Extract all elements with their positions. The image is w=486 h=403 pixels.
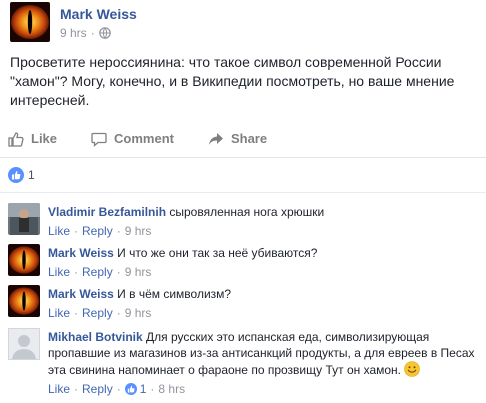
comments-divider (0, 192, 486, 193)
comment-icon (91, 132, 107, 147)
comment-button[interactable]: Comment (91, 131, 174, 147)
comment-text: И в чём символизм? (117, 287, 232, 301)
post-timestamp[interactable]: 9 hrs (60, 25, 87, 41)
meta-separator: · (150, 382, 155, 396)
commenter-avatar[interactable] (8, 328, 40, 360)
meta-separator: · (90, 26, 95, 40)
comment-meta: Like · Reply · 1 · 8 hrs (48, 381, 478, 397)
comment-label: Comment (114, 131, 174, 146)
meta-separator: · (74, 306, 79, 320)
meta-separator: · (74, 224, 79, 238)
smile-emoji-icon (404, 361, 420, 377)
like-reaction-icon[interactable] (124, 383, 137, 395)
share-arrow-icon (208, 132, 223, 145)
like-button[interactable]: Like (8, 131, 57, 147)
comment-like-link[interactable]: Like (48, 223, 70, 239)
comment-item: Vladimir Bezfamilnih сыровяленная нога х… (8, 203, 324, 239)
comment-body: Vladimir Bezfamilnih сыровяленная нога х… (48, 203, 324, 239)
reactions-summary[interactable]: 1 (8, 166, 35, 184)
comment-reply-link[interactable]: Reply (82, 381, 113, 397)
commenter-avatar[interactable] (8, 203, 40, 235)
post-author-name[interactable]: Mark Weiss (60, 6, 137, 22)
author-block: Mark Weiss 9 hrs · (60, 2, 137, 41)
comment-item: Mark Weiss И в чём символизм? Like · Rep… (8, 285, 231, 321)
comment-meta: Like · Reply · 9 hrs (48, 223, 324, 239)
comment-timestamp[interactable]: 9 hrs (125, 223, 152, 239)
comment-meta: Like · Reply · 9 hrs (48, 305, 231, 321)
meta-separator: · (116, 306, 121, 320)
comment-timestamp[interactable]: 9 hrs (125, 305, 152, 321)
comment-like-count[interactable]: 1 (140, 381, 147, 397)
comment-reply-link[interactable]: Reply (82, 264, 113, 280)
meta-separator: · (74, 382, 79, 396)
post-header: Mark Weiss 9 hrs · (10, 2, 137, 42)
comment-author[interactable]: Mark Weiss (48, 246, 114, 260)
like-reaction-icon (8, 167, 24, 183)
commenter-avatar[interactable] (8, 244, 40, 276)
meta-separator: · (116, 265, 121, 279)
comment-reply-link[interactable]: Reply (82, 305, 113, 321)
thumbs-up-icon (8, 131, 24, 147)
comment-author[interactable]: Mark Weiss (48, 287, 114, 301)
comment-like-link[interactable]: Like (48, 305, 70, 321)
share-label: Share (230, 131, 268, 146)
comment-timestamp[interactable]: 8 hrs (158, 381, 185, 397)
comment-author[interactable]: Mikhael Botvinik (48, 330, 143, 344)
comment-meta: Like · Reply · 9 hrs (48, 264, 317, 280)
comment-author[interactable]: Vladimir Bezfamilnih (48, 205, 166, 219)
author-avatar[interactable] (10, 2, 50, 42)
reaction-count: 1 (28, 168, 35, 182)
meta-separator: · (116, 382, 121, 396)
comment-body: Mark Weiss И что же они так за неё убива… (48, 244, 317, 280)
comment-body: Mikhael Botvinik Для русских это испанск… (48, 328, 478, 397)
comment-like-link[interactable]: Like (48, 264, 70, 280)
comment-item: Mark Weiss И что же они так за неё убива… (8, 244, 317, 280)
comment-text: И что же они так за неё убиваются? (117, 246, 318, 260)
post-text: Просветите нероссиянина: что такое симво… (10, 54, 455, 108)
comment-reply-link[interactable]: Reply (82, 223, 113, 239)
comment-timestamp[interactable]: 9 hrs (125, 264, 152, 280)
comment-like-link[interactable]: Like (48, 381, 70, 397)
like-label: Like (31, 131, 58, 146)
comment-text: сыровяленная нога хрюшки (169, 205, 325, 219)
commenter-avatar[interactable] (8, 285, 40, 317)
share-button[interactable]: Share (208, 131, 267, 147)
meta-separator: · (116, 224, 121, 238)
globe-icon[interactable] (98, 27, 111, 39)
post-meta: 9 hrs · (60, 25, 137, 41)
comment-body: Mark Weiss И в чём символизм? Like · Rep… (48, 285, 231, 321)
meta-separator: · (74, 265, 79, 279)
post-actions-bar: Like Comment Share (0, 120, 486, 158)
comment-item: Mikhael Botvinik Для русских это испанск… (8, 328, 478, 397)
